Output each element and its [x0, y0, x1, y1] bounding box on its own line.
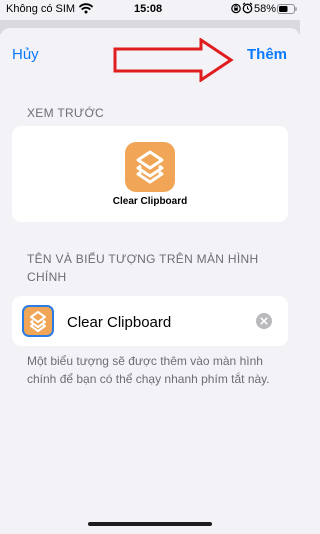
- home-indicator: [88, 522, 212, 526]
- status-bar: Không có SIM 15:08 58%: [0, 0, 300, 20]
- clear-icon[interactable]: [256, 313, 272, 329]
- shortcut-name-input[interactable]: [67, 312, 247, 332]
- clock-time: 15:08: [134, 3, 163, 15]
- preview-shortcut-name: Clear Clipboard: [112, 196, 188, 207]
- battery-icon: [277, 4, 297, 17]
- preview-section-title: XEM TRƯỚC: [27, 106, 105, 120]
- battery-percent: 58%: [254, 3, 277, 15]
- layers-icon: [136, 150, 164, 184]
- layers-icon: [30, 311, 46, 332]
- home-screen-section-title: TÊN VÀ BIỂU TƯỢNG TRÊN MÀN HÌNH CHÍNH: [27, 252, 259, 284]
- carrier-label: Không có SIM: [6, 3, 76, 15]
- wifi-icon: [79, 2, 93, 17]
- shortcut-preview-icon: [125, 142, 175, 192]
- lock-rotation-icon: [231, 3, 241, 17]
- shortcut-icon-button[interactable]: [22, 305, 54, 337]
- cancel-button[interactable]: Hủy: [12, 46, 39, 63]
- arrow-annotation-icon: [113, 38, 234, 82]
- add-button[interactable]: Thêm: [247, 46, 287, 63]
- home-screen-footer-note: Một biểu tượng sẽ được thêm vào màn hình…: [27, 354, 270, 386]
- alarm-icon: [242, 2, 253, 17]
